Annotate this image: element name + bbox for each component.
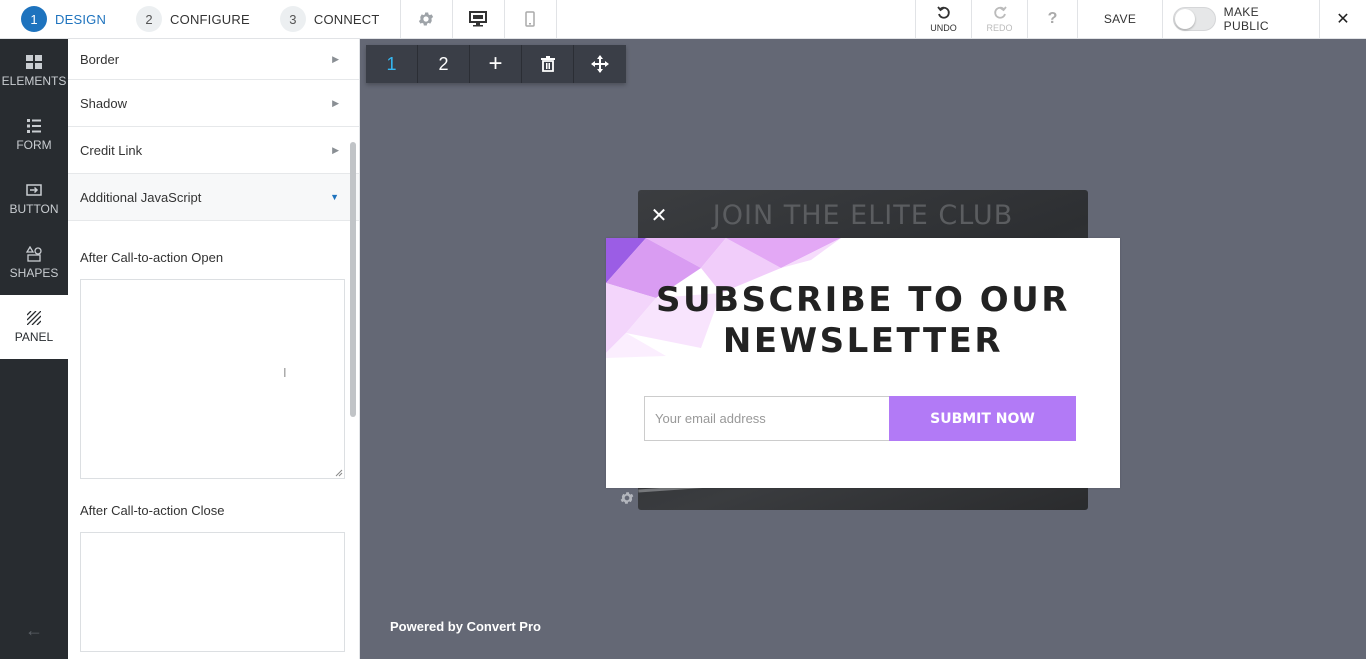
- caret-right-icon: ▶: [332, 97, 339, 108]
- panel-settings-button[interactable]: [619, 490, 635, 511]
- move-icon: [591, 55, 609, 73]
- caret-right-icon: ▶: [332, 144, 339, 155]
- save-label: SAVE: [1103, 12, 1137, 26]
- step-number: 2: [136, 6, 163, 32]
- step-1-label: 1: [386, 53, 397, 74]
- field-label-open: After Call-to-action Open: [80, 250, 224, 265]
- step-2-label: 2: [438, 53, 449, 74]
- properties-panel: Border ▶ Shadow ▶ Credit Link ▶ Addition…: [68, 39, 360, 659]
- undo-button[interactable]: UNDO: [915, 0, 971, 38]
- field-label-close: After Call-to-action Close: [80, 503, 225, 518]
- nav-label: FORM: [16, 138, 52, 152]
- toolbar-spacer: [555, 0, 915, 38]
- nav-panel[interactable]: PANEL: [0, 295, 68, 359]
- accordion-border[interactable]: Border ▶: [68, 39, 359, 80]
- redo-label: REDO: [986, 22, 1013, 33]
- step-connect[interactable]: 3 CONNECT: [279, 6, 380, 32]
- step-label: DESIGN: [55, 11, 107, 27]
- step-label: CONNECT: [313, 11, 380, 27]
- mobile-view-button[interactable]: [503, 0, 556, 38]
- accordion-label: Shadow: [80, 95, 127, 111]
- make-public-control: MAKE PUBLIC: [1162, 0, 1319, 38]
- bg-card-title: JOIN THE ELITE CLUB: [712, 200, 1014, 231]
- panel-scrollbar[interactable]: [350, 142, 356, 417]
- accordion-credit-link[interactable]: Credit Link ▶: [68, 127, 359, 174]
- accordion-label: Credit Link: [80, 142, 143, 158]
- powered-by-credit[interactable]: Powered by Convert Pro: [390, 619, 541, 634]
- arrow-left-icon: ←: [25, 620, 43, 640]
- submit-label: SUBMIT NOW: [930, 410, 1035, 427]
- move-toolbar-handle[interactable]: [574, 45, 626, 83]
- nav-button[interactable]: BUTTON: [0, 167, 68, 231]
- panel-icon: [27, 310, 41, 326]
- resize-handle-icon[interactable]: [335, 469, 343, 477]
- help-button[interactable]: ?: [1027, 0, 1077, 38]
- close-icon: ✕: [650, 204, 668, 227]
- make-public-toggle[interactable]: [1173, 7, 1216, 31]
- newsletter-popup[interactable]: SUBSCRIBE TO OUR NEWSLETTER Your email a…: [606, 238, 1120, 488]
- step-number: 3: [279, 6, 306, 32]
- make-public-label: MAKE PUBLIC: [1223, 5, 1269, 33]
- desktop-icon: [469, 11, 488, 27]
- popup-close-button[interactable]: ✕: [649, 204, 669, 227]
- step-configure[interactable]: 2 CONFIGURE: [136, 6, 250, 32]
- delete-step-button[interactable]: [522, 45, 574, 83]
- design-canvas: 1 2 + JOIN THE ELITE CLUB ✕ SUBSCRIBE TO…: [360, 39, 1366, 659]
- close-editor-button[interactable]: ✕: [1319, 0, 1366, 38]
- plus-icon: +: [488, 50, 503, 77]
- submit-button[interactable]: SUBMIT NOW: [889, 396, 1076, 441]
- step-toolbar: 1 2 +: [366, 45, 626, 83]
- help-icon: ?: [1047, 10, 1058, 27]
- step-design[interactable]: 1 DESIGN: [21, 6, 106, 32]
- grid-icon: [26, 54, 42, 70]
- nav-shapes[interactable]: SHAPES: [0, 231, 68, 295]
- gear-icon: [418, 12, 434, 26]
- after-close-code-input[interactable]: [80, 532, 345, 652]
- email-placeholder: Your email address: [655, 411, 766, 426]
- after-open-code-input[interactable]: I: [80, 279, 345, 479]
- nav-label: BUTTON: [9, 202, 59, 216]
- collapse-nav-button[interactable]: ←: [0, 620, 68, 641]
- nav-label: SHAPES: [9, 266, 59, 280]
- step-2-button[interactable]: 2: [418, 45, 470, 83]
- step-number: 1: [21, 6, 47, 32]
- step-1-button[interactable]: 1: [366, 45, 418, 83]
- caret-down-icon: ▼: [330, 192, 339, 202]
- nav-form[interactable]: FORM: [0, 103, 68, 167]
- mobile-icon: [525, 11, 535, 27]
- trash-icon: [540, 56, 555, 72]
- nav-elements[interactable]: ELEMENTS: [0, 39, 68, 103]
- save-button[interactable]: SAVE: [1077, 0, 1162, 38]
- popup-title[interactable]: SUBSCRIBE TO OUR NEWSLETTER: [606, 280, 1120, 362]
- add-step-button[interactable]: +: [470, 45, 522, 83]
- popup-title-line1: SUBSCRIBE TO OUR: [656, 280, 1070, 320]
- accordion-label: Additional JavaScript: [80, 189, 202, 205]
- undo-label: UNDO: [930, 22, 957, 33]
- top-bar: 1 DESIGN 2 CONFIGURE 3 CONNECT UNDO REDO…: [0, 0, 1366, 39]
- redo-button[interactable]: REDO: [971, 0, 1027, 38]
- close-icon: ✕: [1336, 11, 1350, 28]
- accordion-additional-javascript[interactable]: Additional JavaScript ▼: [68, 174, 359, 221]
- gear-icon: [620, 492, 634, 504]
- step-label: CONFIGURE: [170, 11, 250, 27]
- redo-icon: [993, 5, 1007, 19]
- button-icon: [26, 182, 42, 198]
- popup-title-line2: NEWSLETTER: [722, 321, 1004, 361]
- desktop-view-button[interactable]: [451, 0, 504, 38]
- form-icon: [27, 118, 41, 134]
- undo-icon: [936, 5, 950, 19]
- accordion-label: Border: [80, 51, 120, 67]
- step-nav: 1 DESIGN 2 CONFIGURE 3 CONNECT: [0, 0, 400, 38]
- text-cursor-icon: I: [283, 365, 287, 380]
- shapes-icon: [26, 246, 42, 262]
- settings-button[interactable]: [399, 0, 452, 38]
- email-input[interactable]: Your email address: [644, 396, 890, 441]
- toggle-knob: [1175, 9, 1195, 29]
- left-nav: ELEMENTS FORM BUTTON SHAPES PANEL ←: [0, 39, 68, 659]
- nav-label: ELEMENTS: [1, 74, 67, 88]
- accordion-shadow[interactable]: Shadow ▶: [68, 80, 359, 127]
- nav-label: PANEL: [14, 330, 54, 344]
- caret-right-icon: ▶: [332, 53, 339, 64]
